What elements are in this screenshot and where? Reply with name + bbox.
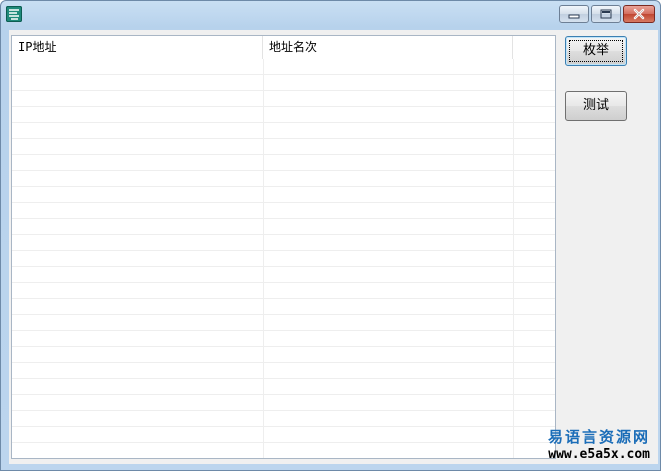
- column-header-address-rank[interactable]: 地址名次: [263, 36, 513, 59]
- watermark-title: 易语言资源网: [547, 428, 650, 446]
- test-button-label: 测试: [582, 98, 609, 113]
- minimize-icon: [568, 14, 580, 19]
- empty-grid-row: [12, 171, 555, 187]
- empty-grid-row: [12, 379, 555, 395]
- app-icon: [6, 6, 22, 22]
- empty-grid-row: [12, 219, 555, 235]
- enumerate-button[interactable]: 枚举: [565, 36, 627, 66]
- caption-buttons: [559, 5, 655, 23]
- list-header: IP地址 地址名次: [12, 36, 555, 59]
- empty-grid-row: [12, 363, 555, 379]
- empty-grid-row: [12, 139, 555, 155]
- empty-grid-row: [12, 411, 555, 427]
- empty-grid-row: [12, 123, 555, 139]
- empty-grid-row: [12, 251, 555, 267]
- empty-grid-row: [12, 155, 555, 171]
- empty-grid-row: [12, 347, 555, 363]
- empty-grid-row: [12, 283, 555, 299]
- focus-ring: [569, 40, 623, 62]
- ip-list-view[interactable]: IP地址 地址名次: [11, 35, 556, 459]
- empty-grid-row: [12, 395, 555, 411]
- column-header-empty[interactable]: [513, 36, 555, 59]
- empty-grid-row: [12, 443, 555, 458]
- empty-grid-row: [12, 267, 555, 283]
- minimize-button[interactable]: [559, 5, 589, 23]
- watermark: 易语言资源网 www.e5a5x.com: [548, 426, 650, 462]
- empty-grid-row: [12, 203, 555, 219]
- column-divider: [513, 59, 514, 458]
- empty-grid-row: [12, 75, 555, 91]
- client-area: IP地址 地址名次 枚举 测试 易语言资源网 www.e5a5x.com: [9, 30, 658, 464]
- empty-grid-row: [12, 107, 555, 123]
- empty-grid-row: [12, 187, 555, 203]
- list-rows: [12, 59, 555, 458]
- empty-grid-row: [12, 299, 555, 315]
- column-divider: [263, 59, 264, 458]
- empty-grid-row: [12, 315, 555, 331]
- empty-grid-row: [12, 331, 555, 347]
- close-icon: [633, 8, 645, 20]
- empty-grid-row: [12, 91, 555, 107]
- close-button[interactable]: [623, 5, 655, 23]
- empty-grid-row: [12, 427, 555, 443]
- column-header-ip-address[interactable]: IP地址: [12, 36, 263, 59]
- maximize-button[interactable]: [591, 5, 621, 23]
- watermark-url: www.e5a5x.com: [548, 447, 650, 462]
- maximize-icon: [600, 9, 612, 19]
- empty-grid-row: [12, 235, 555, 251]
- empty-grid-row: [12, 59, 555, 75]
- app-window: IP地址 地址名次 枚举 测试 易语言资源网 www.e5a5x.com: [0, 0, 661, 471]
- test-button[interactable]: 测试: [565, 91, 627, 121]
